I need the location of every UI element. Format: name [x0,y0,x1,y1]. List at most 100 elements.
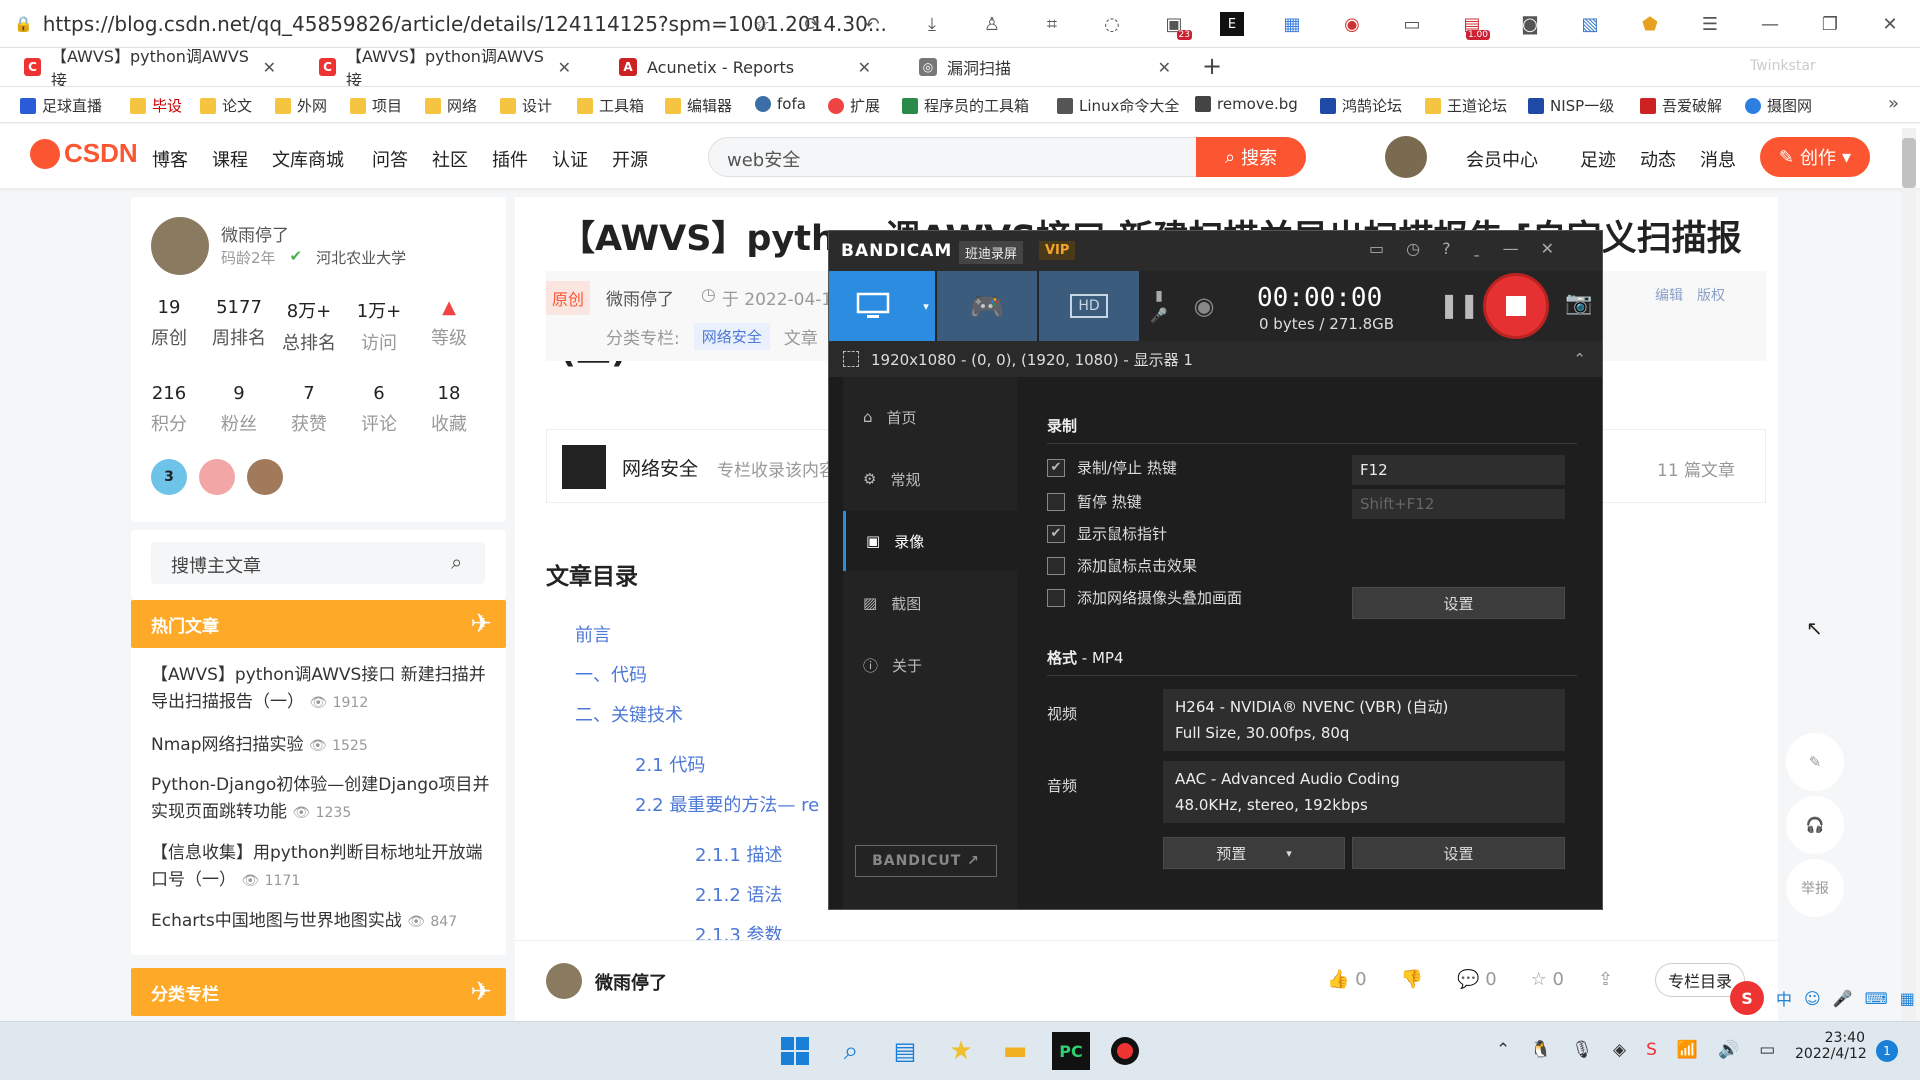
close-tab-icon[interactable]: ✕ [858,58,871,77]
bookmark-item[interactable]: 项目 [350,95,402,116]
csdn-logo[interactable]: CSDN [30,138,138,169]
hot-article-item[interactable]: 【信息收集】用python判断目标地址开放端口号（一） 👁 1171 [151,840,491,895]
help-icon[interactable]: ? [1442,239,1451,258]
close-tab-icon[interactable]: ✕ [263,58,276,77]
undo-icon[interactable]: ↶ [860,12,884,36]
toc-item[interactable]: 2.1 代码 [635,751,705,777]
nav-plugins[interactable]: 插件 [492,146,528,172]
author-avatar[interactable] [546,963,582,999]
close-icon[interactable]: ✕ [1541,239,1554,258]
toc-item[interactable]: 2.1.2 语法 [695,881,783,907]
minimize-tray-icon[interactable]: ˍ [1473,239,1481,258]
hot-article-item[interactable]: Python-Django初体验—创建Django项目并实现页面跳转功能 👁 1… [151,772,491,827]
chevron-up-icon[interactable]: ⌃ [1573,350,1586,368]
bandicut-link[interactable]: BANDICUT ↗ [855,845,997,877]
shield-icon[interactable]: ⬟ [1638,12,1662,36]
notes-app-icon[interactable]: ▤ [886,1032,924,1070]
edit-icon[interactable]: ✎ [1786,733,1844,791]
option-webcam-overlay[interactable]: 添加网络摄像头叠加画面 [1047,587,1242,608]
article-link[interactable]: Nmap网络扫描实验 [151,735,304,755]
bookmark-item[interactable]: 扩展 [828,95,880,116]
bookmark-item[interactable]: remove.bg [1195,95,1298,113]
share-icon[interactable]: ⇪ [1598,969,1613,990]
nav-course[interactable]: 课程 [212,146,248,172]
crop-icon[interactable]: ⌗ [1040,12,1064,36]
checkbox[interactable] [1047,588,1065,607]
nav-video[interactable]: ▣ 录像 [843,511,1017,571]
ime-icon[interactable]: ◈ [1613,1040,1626,1060]
nav-blog[interactable]: 博客 [152,146,188,172]
bookmark-item[interactable]: 程序员的工具箱 [902,95,1029,116]
preset-button[interactable]: 预置 ▾ [1163,837,1345,869]
toc-item[interactable]: 一、代码 [575,661,647,687]
nav-about[interactable]: ⓘ 关于 [843,635,1017,695]
search-icon[interactable]: ⌕ [451,550,462,574]
author-name[interactable]: 微雨停了 [221,221,289,246]
qq-icon[interactable]: 🐧 [1530,1040,1551,1060]
badge-icon[interactable]: 3 [151,459,187,495]
footprint-link[interactable]: 足迹 [1580,146,1616,172]
category-tag[interactable]: 网络安全 [693,323,770,350]
copyright-link[interactable]: 版权 [1697,285,1725,305]
webcam-settings-button[interactable]: 设置 [1352,587,1565,619]
hot-article-item[interactable]: Echarts中国地图与世界地图实战 👁 847 [151,908,491,936]
option-record-hotkey[interactable]: ✔ 录制/停止 热键 [1047,457,1177,478]
fav-button[interactable]: ☆ 0 [1531,969,1564,990]
image-icon[interactable]: ▦ [1280,12,1304,36]
bookmark-item[interactable]: 工具箱 [577,95,644,116]
messages-link[interactable]: 消息 [1700,146,1736,172]
search-icon[interactable]: ⌕ [832,1032,870,1070]
report-button[interactable]: 举报 [1786,859,1844,917]
nav-opensource[interactable]: 开源 [612,146,648,172]
footer-author[interactable]: 微雨停了 [595,969,667,995]
toc-item[interactable]: 二、关键技术 [575,701,683,727]
toc-item[interactable]: 2.1.1 描述 [695,841,783,867]
bookmark-item[interactable]: 外网 [275,95,327,116]
dislike-icon[interactable]: 👎 [1401,969,1423,990]
minimize-icon[interactable]: — [1503,239,1519,258]
mic-icon[interactable]: 🎙 [1571,1040,1593,1060]
wifi-icon[interactable]: 📶 [1677,1040,1698,1060]
windows-start-icon[interactable] [776,1032,814,1070]
game-mode-button[interactable]: 🎮 [937,271,1037,341]
nav-home[interactable]: ⌂ 首页 [843,387,1017,447]
format-settings-button[interactable]: 设置 [1352,837,1565,869]
sogou-ime-icon[interactable]: S [1730,981,1764,1015]
bookmark-item[interactable]: fofa [755,95,806,113]
stat[interactable]: 5177 周排名 [204,297,274,355]
tab-2[interactable]: C 【AWVS】python调AWVS接 ✕ [305,47,585,90]
reload-icon[interactable]: ⟳ [800,12,824,36]
clock-icon[interactable]: ◷ [1406,239,1420,258]
star-icon[interactable]: ☆ [750,12,774,36]
create-button[interactable]: ✎ 创作 ▾ [1760,137,1870,177]
nav-general[interactable]: ⚙ 常规 [843,449,1017,509]
download-icon[interactable]: ⤓ [920,12,944,36]
article-link[interactable]: 【信息收集】用python判断目标地址开放端口号（一） [151,843,482,890]
pause-icon[interactable]: ❚❚ [1439,291,1479,319]
nav-library[interactable]: 文库商城 [272,146,344,172]
keyboard-icon[interactable]: ⌨ [1865,989,1888,1008]
stat[interactable]: 19 原创 [134,297,204,355]
menu-icon[interactable]: ☰ [1698,12,1722,36]
record-ext-icon[interactable]: ◉ [1340,12,1364,36]
stat[interactable]: 1万+ 访问 [344,297,414,355]
extension-icon[interactable]: ◌ [1100,12,1124,36]
tab-1[interactable]: C 【AWVS】python调AWVS接 ✕ [10,47,290,90]
extension-icon[interactable]: E [1220,12,1244,36]
stat[interactable]: 7 获赞 [274,383,344,436]
badge-icon[interactable] [247,459,283,495]
pycharm-icon[interactable]: PC [1052,1032,1090,1070]
extension-icon[interactable]: ▭ [1400,12,1424,36]
stat[interactable]: ▲ 等级 [414,297,484,355]
minimize-icon[interactable]: — [1758,12,1782,36]
bookmark-item[interactable]: 鸿鹄论坛 [1320,95,1402,116]
mic-toggle[interactable]: ▮ 🎤 [1147,271,1171,341]
checkbox-checked[interactable]: ✔ [1047,458,1065,477]
headset-icon[interactable]: 🎧 [1786,796,1844,854]
bookmark-item[interactable]: 足球直播 [20,95,102,116]
grid-icon[interactable]: ▦ [1900,989,1915,1008]
extension-icon[interactable]: ◙ [1518,12,1542,36]
bookmark-item[interactable]: 网络 [425,95,477,116]
bookmark-item[interactable]: Linux命令大全 [1057,95,1179,116]
hot-article-item[interactable]: 【AWVS】python调AWVS接口 新建扫描并导出扫描报告（一） 👁 191… [151,662,491,717]
